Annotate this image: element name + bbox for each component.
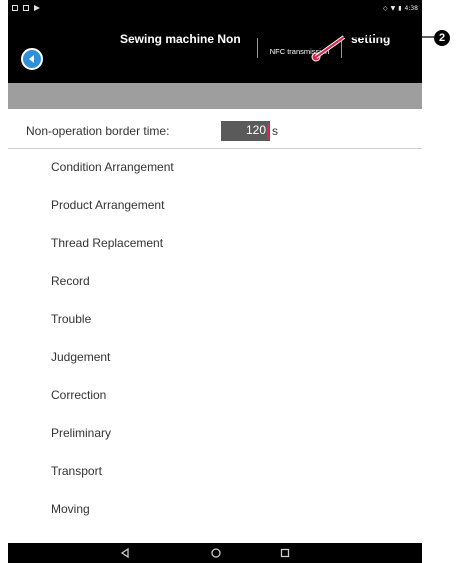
callout-pointer [311,35,434,62]
callout-number-badge: 2 [434,30,450,46]
